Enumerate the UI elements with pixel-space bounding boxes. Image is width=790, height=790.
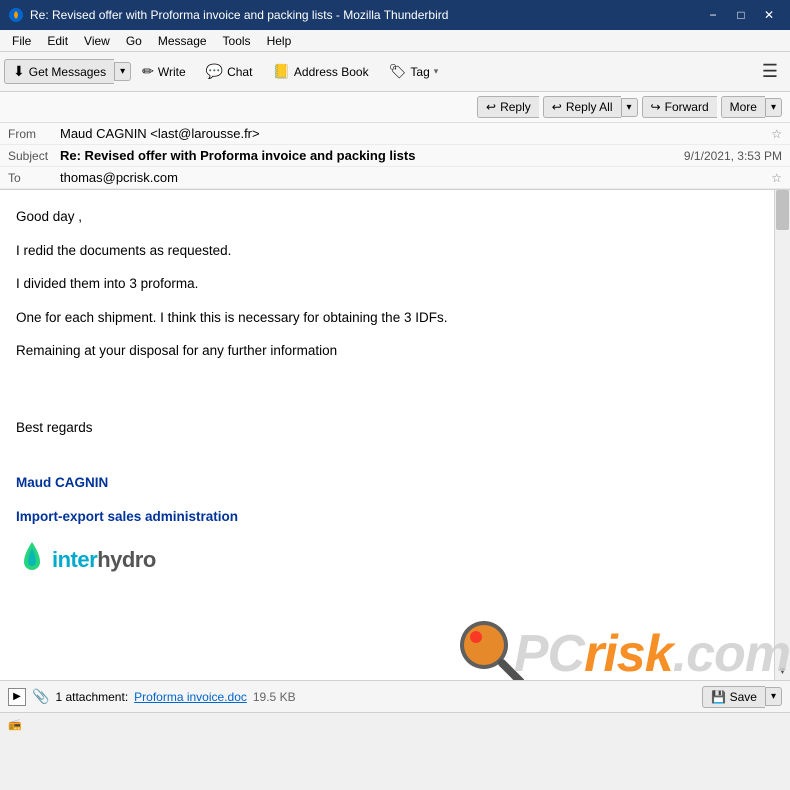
reply-all-group: ↩ Reply All ▾ xyxy=(543,96,638,118)
get-messages-label: Get Messages xyxy=(29,65,106,79)
get-messages-dropdown[interactable]: ▾ xyxy=(114,62,131,81)
logo-inter: inter xyxy=(52,547,97,572)
address-book-button[interactable]: 📒 Address Book xyxy=(263,56,377,88)
to-value: thomas@pcrisk.com xyxy=(60,170,765,185)
email-date: 9/1/2021, 3:53 PM xyxy=(684,149,782,163)
to-label: To xyxy=(8,171,60,185)
body-line2: I redid the documents as requested. xyxy=(16,240,774,262)
titlebar: Re: Revised offer with Proforma invoice … xyxy=(0,0,790,30)
write-icon: ✏ xyxy=(142,63,154,80)
menu-file[interactable]: File xyxy=(4,32,39,50)
email-scrollbar[interactable]: ▲ ▼ xyxy=(774,190,790,680)
menu-go[interactable]: Go xyxy=(118,32,150,50)
action-row: ↩ Reply ↩ Reply All ▾ ↪ Forward More ▾ xyxy=(0,92,790,123)
paperclip-icon: 📎 xyxy=(32,688,49,705)
close-button[interactable]: ✕ xyxy=(756,4,782,26)
subject-label: Subject xyxy=(8,149,60,163)
reply-all-button[interactable]: ↩ Reply All xyxy=(543,96,621,118)
main-toolbar: ⬇ Get Messages ▾ ✏ Write 💬 Chat 📒 Addres… xyxy=(0,52,790,92)
reply-group: ↩ Reply xyxy=(477,96,539,118)
body-line5: Remaining at your disposal for any furth… xyxy=(16,340,774,362)
menu-message[interactable]: Message xyxy=(150,32,215,50)
attachment-count: 1 attachment: xyxy=(55,690,128,704)
email-body-wrapper: Good day , I redid the documents as requ… xyxy=(0,190,790,680)
more-label: More xyxy=(730,100,757,114)
menubar: File Edit View Go Message Tools Help xyxy=(0,30,790,52)
tag-dropdown-arrow: ▾ xyxy=(434,66,439,77)
from-label: From xyxy=(8,127,60,141)
scroll-down-button[interactable]: ▼ xyxy=(775,664,790,680)
save-group: 💾 Save ▾ xyxy=(702,686,782,708)
forward-group: ↪ Forward xyxy=(642,96,717,118)
from-field: From Maud CAGNIN <last@larousse.fr> ☆ xyxy=(0,123,790,145)
tag-button[interactable]: 🏷 Tag ▾ xyxy=(380,56,448,88)
reply-icon: ↩ xyxy=(486,100,496,114)
save-button[interactable]: 💾 Save xyxy=(702,686,765,708)
address-book-label: Address Book xyxy=(294,65,369,79)
body-line4: One for each shipment. I think this is n… xyxy=(16,307,774,329)
email-body: Good day , I redid the documents as requ… xyxy=(0,190,790,680)
write-label: Write xyxy=(158,65,186,79)
menu-edit[interactable]: Edit xyxy=(39,32,76,50)
sender-title: Import-export sales administration xyxy=(16,506,774,528)
scroll-thumb[interactable] xyxy=(776,190,789,230)
chat-icon: 💬 xyxy=(206,63,223,80)
address-book-icon: 📒 xyxy=(272,63,289,80)
from-star-icon[interactable]: ☆ xyxy=(771,127,782,141)
reply-all-icon: ↩ xyxy=(552,100,562,114)
get-messages-button[interactable]: ⬇ Get Messages xyxy=(4,59,114,84)
sender-name: Maud CAGNIN xyxy=(16,472,774,494)
reply-all-label: Reply All xyxy=(566,100,613,114)
from-value: Maud CAGNIN <last@larousse.fr> xyxy=(60,126,765,141)
statusbar: 📻 xyxy=(0,712,790,736)
reply-button[interactable]: ↩ Reply xyxy=(477,96,539,118)
maximize-button[interactable]: □ xyxy=(728,4,754,26)
minimize-button[interactable]: − xyxy=(700,4,726,26)
save-label: Save xyxy=(730,690,757,704)
tag-label: Tag xyxy=(410,65,429,79)
logo-hydro: hydro xyxy=(97,547,156,572)
body-line6: Best regards xyxy=(16,417,774,439)
more-group: More ▾ xyxy=(721,96,782,118)
app-icon xyxy=(8,7,24,23)
subject-value: Re: Revised offer with Proforma invoice … xyxy=(60,148,684,163)
reply-all-dropdown[interactable]: ▾ xyxy=(621,98,638,117)
window-title: Re: Revised offer with Proforma invoice … xyxy=(30,8,700,22)
attachment-size: 19.5 KB xyxy=(253,690,296,704)
subject-field: Subject Re: Revised offer with Proforma … xyxy=(0,145,790,167)
get-messages-icon: ⬇ xyxy=(13,63,25,80)
forward-button[interactable]: ↪ Forward xyxy=(642,96,717,118)
hamburger-menu[interactable]: ☰ xyxy=(754,57,786,86)
body-line1: Good day , xyxy=(16,206,774,228)
to-star-icon[interactable]: ☆ xyxy=(771,171,782,185)
menu-help[interactable]: Help xyxy=(259,32,300,50)
forward-icon: ↪ xyxy=(651,100,661,114)
company-logo: interhydro xyxy=(16,540,774,582)
reply-label: Reply xyxy=(500,100,531,114)
menu-view[interactable]: View xyxy=(76,32,118,50)
save-icon: 💾 xyxy=(711,690,726,704)
attachment-filename: Proforma invoice.doc xyxy=(134,690,247,704)
more-dropdown[interactable]: ▾ xyxy=(765,98,782,117)
attachment-bar: ▶ 📎 1 attachment: Proforma invoice.doc 1… xyxy=(0,680,790,712)
get-messages-group: ⬇ Get Messages ▾ xyxy=(4,59,131,84)
write-button[interactable]: ✏ Write xyxy=(133,56,195,88)
email-header: ↩ Reply ↩ Reply All ▾ ↪ Forward More ▾ xyxy=(0,92,790,190)
logo-drop-icon xyxy=(16,540,48,578)
attachment-toggle[interactable]: ▶ xyxy=(8,688,26,706)
save-dropdown[interactable]: ▾ xyxy=(765,687,782,706)
forward-label: Forward xyxy=(665,100,709,114)
chat-label: Chat xyxy=(227,65,252,79)
window-controls: − □ ✕ xyxy=(700,4,782,26)
more-button[interactable]: More xyxy=(721,96,765,118)
to-field: To thomas@pcrisk.com ☆ xyxy=(0,167,790,189)
body-line3: I divided them into 3 proforma. xyxy=(16,273,774,295)
status-icon: 📻 xyxy=(8,718,22,731)
tag-icon: 🏷 xyxy=(389,63,407,80)
menu-tools[interactable]: Tools xyxy=(215,32,259,50)
chat-button[interactable]: 💬 Chat xyxy=(197,56,262,88)
